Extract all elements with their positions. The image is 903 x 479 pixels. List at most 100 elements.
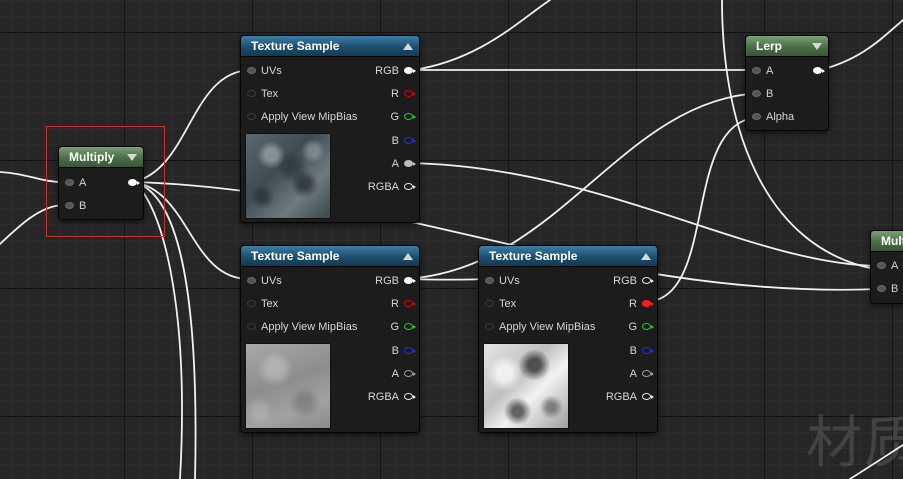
pin-label: A bbox=[891, 260, 899, 272]
collapse-icon[interactable] bbox=[403, 253, 413, 260]
output-pin-icon[interactable] bbox=[404, 299, 416, 307]
pin-label: G bbox=[628, 321, 637, 333]
pin-label: R bbox=[391, 298, 399, 310]
input-tex[interactable]: Tex bbox=[485, 296, 516, 312]
output-rgba[interactable]: RGBA bbox=[606, 389, 654, 405]
input-pin-icon[interactable] bbox=[752, 66, 761, 74]
output-a[interactable]: A bbox=[391, 366, 416, 382]
output-pin-icon[interactable] bbox=[404, 159, 416, 167]
output-a[interactable]: A bbox=[630, 366, 654, 382]
output-pin-icon[interactable] bbox=[813, 66, 825, 74]
multiply-node-header[interactable]: Mult bbox=[871, 231, 903, 252]
input-pin-icon[interactable] bbox=[247, 299, 256, 307]
output-pin-icon[interactable] bbox=[642, 322, 654, 330]
output-r[interactable]: R bbox=[629, 296, 654, 312]
output-pin-icon[interactable] bbox=[404, 322, 416, 330]
output-pin-icon[interactable] bbox=[404, 369, 416, 377]
output-pin-icon[interactable] bbox=[642, 299, 654, 307]
output-r[interactable]: R bbox=[391, 296, 416, 312]
input-pin-icon[interactable] bbox=[485, 299, 494, 307]
output-rgba[interactable]: RGBA bbox=[368, 179, 416, 195]
texture-sample-node-top[interactable]: Texture Sample UVs Tex Apply View MipBia… bbox=[240, 35, 420, 223]
input-pin-icon[interactable] bbox=[247, 322, 256, 330]
texture-sample-node-bottom-left[interactable]: Texture Sample UVs Tex Apply View MipBia… bbox=[240, 245, 420, 433]
lerp-input-b[interactable]: B bbox=[752, 86, 773, 102]
input-pin-icon[interactable] bbox=[247, 66, 256, 74]
lerp-input-alpha[interactable]: Alpha bbox=[752, 109, 794, 125]
input-tex[interactable]: Tex bbox=[247, 86, 278, 102]
pin-label: RGB bbox=[613, 275, 637, 287]
input-uvs[interactable]: UVs bbox=[247, 273, 282, 289]
input-pin-icon[interactable] bbox=[485, 276, 494, 284]
texture-sample-node-bottom-right[interactable]: Texture Sample UVs Tex Apply View MipBia… bbox=[478, 245, 658, 433]
texture-sample-title: Texture Sample bbox=[251, 249, 340, 263]
pin-label: Apply View MipBias bbox=[499, 321, 596, 333]
output-pin-icon[interactable] bbox=[404, 66, 416, 74]
input-uvs[interactable]: UVs bbox=[485, 273, 520, 289]
input-apply-view-mipbias[interactable]: Apply View MipBias bbox=[247, 109, 357, 125]
output-r[interactable]: R bbox=[391, 86, 416, 102]
texture-sample-header[interactable]: Texture Sample bbox=[241, 36, 419, 57]
pin-label: G bbox=[390, 321, 399, 333]
output-pin-icon[interactable] bbox=[404, 89, 416, 97]
output-rgba[interactable]: RGBA bbox=[368, 389, 416, 405]
lerp-node[interactable]: Lerp A B Alpha bbox=[745, 35, 829, 131]
watermark: 材质 bbox=[806, 411, 903, 476]
expand-icon[interactable] bbox=[812, 43, 822, 50]
texture-sample-header[interactable]: Texture Sample bbox=[241, 246, 419, 267]
output-pin-icon[interactable] bbox=[642, 369, 654, 377]
output-a[interactable]: A bbox=[391, 156, 416, 172]
collapse-icon[interactable] bbox=[403, 43, 413, 50]
pin-label: G bbox=[390, 111, 399, 123]
input-pin-icon[interactable] bbox=[752, 112, 761, 120]
output-pin-icon[interactable] bbox=[404, 392, 416, 400]
output-g[interactable]: G bbox=[628, 319, 654, 335]
wire-top-exit bbox=[412, 0, 551, 71]
pin-label: UVs bbox=[261, 275, 282, 287]
output-rgb[interactable]: RGB bbox=[375, 273, 416, 289]
input-pin-icon[interactable] bbox=[877, 261, 886, 269]
output-b[interactable]: B bbox=[391, 343, 416, 359]
input-pin-icon[interactable] bbox=[752, 89, 761, 97]
output-pin-icon[interactable] bbox=[642, 346, 654, 354]
output-pin-icon[interactable] bbox=[404, 136, 416, 144]
input-tex[interactable]: Tex bbox=[247, 296, 278, 312]
output-pin-icon[interactable] bbox=[404, 182, 416, 190]
pin-label: B bbox=[391, 345, 399, 357]
output-pin-icon[interactable] bbox=[404, 346, 416, 354]
multiply-node-right[interactable]: Mult A B bbox=[870, 230, 903, 304]
texture-sample-header[interactable]: Texture Sample bbox=[479, 246, 657, 267]
pin-label: B bbox=[766, 88, 774, 100]
input-apply-view-mipbias[interactable]: Apply View MipBias bbox=[247, 319, 357, 335]
input-pin-icon[interactable] bbox=[247, 276, 256, 284]
collapse-icon[interactable] bbox=[641, 253, 651, 260]
output-b[interactable]: B bbox=[392, 133, 416, 149]
input-uvs[interactable]: UVs bbox=[247, 63, 282, 79]
output-pin-icon[interactable] bbox=[642, 392, 654, 400]
pin-label: A bbox=[391, 368, 399, 380]
output-g[interactable]: G bbox=[390, 109, 416, 125]
output-g[interactable]: G bbox=[390, 319, 416, 335]
input-pin-icon[interactable] bbox=[247, 89, 256, 97]
input-pin-icon[interactable] bbox=[877, 284, 886, 292]
mult-input-a[interactable]: A bbox=[877, 258, 898, 274]
output-rgb[interactable]: RGB bbox=[375, 63, 416, 79]
input-apply-view-mipbias[interactable]: Apply View MipBias bbox=[485, 319, 595, 335]
lerp-node-header[interactable]: Lerp bbox=[746, 36, 828, 57]
texture-sample-title: Texture Sample bbox=[251, 39, 340, 53]
output-pin-icon[interactable] bbox=[404, 276, 416, 284]
lerp-input-a[interactable]: A bbox=[752, 63, 773, 79]
lerp-output[interactable] bbox=[813, 63, 825, 79]
multiply-node-title: Mult bbox=[881, 234, 903, 248]
output-pin-icon[interactable] bbox=[642, 276, 654, 284]
input-pin-icon[interactable] bbox=[247, 112, 256, 120]
pin-label: Alpha bbox=[766, 111, 795, 123]
pin-label: RGB bbox=[375, 275, 399, 287]
input-pin-icon[interactable] bbox=[485, 322, 494, 330]
mult-input-b[interactable]: B bbox=[877, 281, 898, 297]
pin-label: Apply View MipBias bbox=[261, 111, 358, 123]
output-rgb[interactable]: RGB bbox=[613, 273, 654, 289]
output-b[interactable]: B bbox=[630, 343, 654, 359]
output-pin-icon[interactable] bbox=[404, 112, 416, 120]
pin-label: A bbox=[391, 158, 399, 170]
